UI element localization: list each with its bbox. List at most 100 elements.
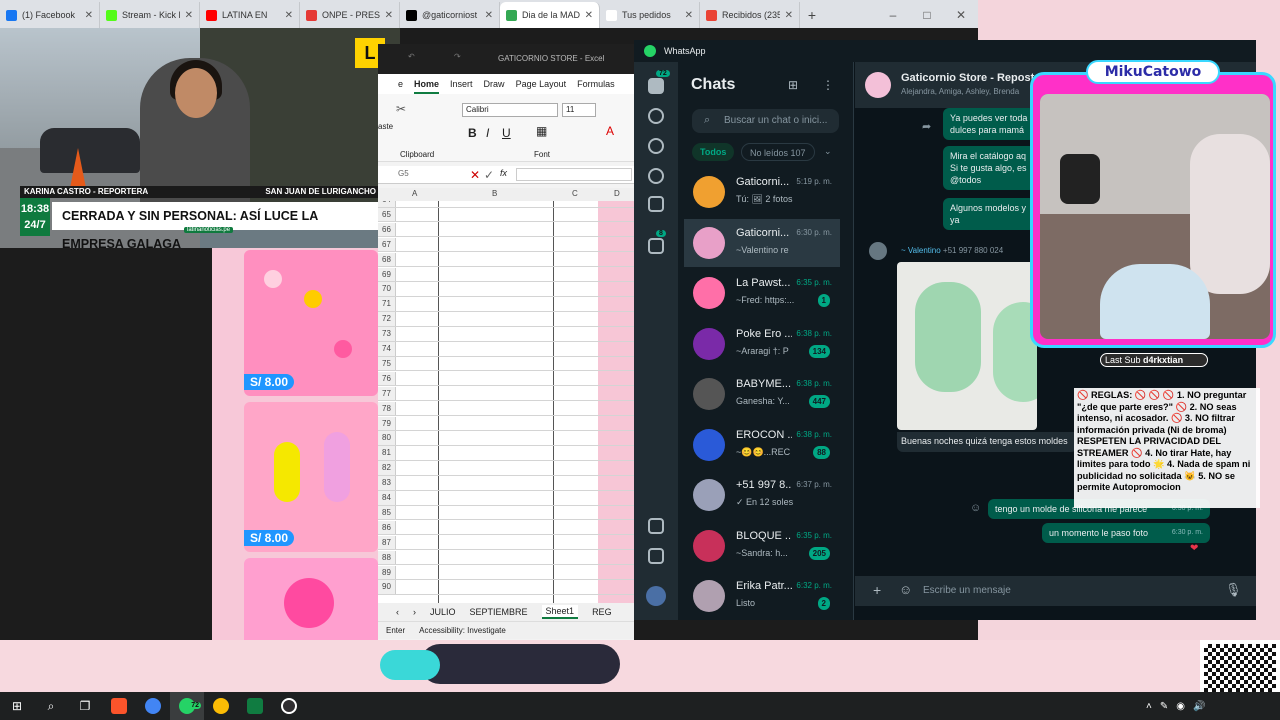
group-avatar[interactable]	[865, 72, 891, 98]
spreadsheet-row[interactable]: 71	[378, 297, 634, 312]
menu-insert[interactable]: Insert	[450, 74, 473, 94]
chat-list-item[interactable]: +51 997 8... 6:37 p. m. ✓ En 12 soles	[684, 471, 840, 519]
spreadsheet-row[interactable]: 80	[378, 431, 634, 446]
redo-icon[interactable]: ↷	[454, 52, 461, 61]
menu-home[interactable]: Home	[414, 74, 440, 94]
row-number[interactable]: 86	[378, 520, 396, 535]
filter-unread[interactable]: No leídos 107	[741, 143, 815, 161]
chat-list-item[interactable]: BABYME... 6:38 p. m. Ganesha: Y... 447	[684, 370, 840, 418]
network-icon[interactable]: ◉	[1176, 701, 1185, 712]
font-name-select[interactable]: Calibri	[462, 103, 558, 117]
sheet-tab-reg[interactable]: REG	[592, 607, 612, 617]
browser-tab[interactable]: @gaticorniost ✕	[400, 2, 500, 28]
tab-close-icon[interactable]: ✕	[785, 10, 793, 21]
chrome-icon[interactable]	[204, 692, 238, 720]
spreadsheet-row[interactable]: 72	[378, 312, 634, 327]
chat-list-item[interactable]: EROCON ... 6:38 p. m. ~😊😊...REC 88	[684, 421, 840, 469]
browser-tab[interactable]: LATINA EN ✕	[200, 2, 300, 28]
filter-all[interactable]: Todos	[692, 143, 735, 161]
row-number[interactable]: 83	[378, 476, 396, 490]
spreadsheet-row[interactable]: 70	[378, 282, 634, 297]
browser-tab[interactable]: Recibidos (235 ✕	[700, 2, 800, 28]
product-card[interactable]: S/ 8.00	[244, 250, 378, 396]
sender-name[interactable]: ~ Valentino	[901, 246, 941, 255]
row-number[interactable]: 85	[378, 505, 396, 520]
row-number[interactable]: 76	[378, 371, 396, 386]
row-number[interactable]: 90	[378, 580, 396, 594]
spreadsheet-row[interactable]: 74	[378, 342, 634, 357]
sheet-tab-julio[interactable]: JULIO	[430, 607, 456, 617]
sender-avatar[interactable]	[869, 242, 887, 260]
chats-icon[interactable]	[648, 78, 664, 94]
status-icon[interactable]	[648, 138, 664, 154]
column-c-header[interactable]: C	[572, 189, 578, 198]
spreadsheet-row[interactable]: 85	[378, 505, 634, 521]
chat-list-item[interactable]: Gaticorni... 6:30 p. m. ~Valentino re	[684, 218, 840, 267]
paste-label[interactable]: aste	[378, 122, 393, 131]
window-minimize-button[interactable]: –	[876, 2, 910, 28]
menu-icon[interactable]: ⋮	[822, 78, 834, 92]
spreadsheet-row[interactable]: 64	[378, 201, 634, 208]
row-number[interactable]: 80	[378, 431, 396, 445]
row-number[interactable]: 89	[378, 565, 396, 580]
browser-tab[interactable]: Tus pedidos ✕	[600, 2, 700, 28]
undo-icon[interactable]: ↶	[408, 52, 415, 61]
accessibility-status[interactable]: Accessibility: Investigate	[419, 626, 506, 635]
prev-sheet-icon[interactable]: ‹	[396, 607, 399, 617]
browser-tab[interactable]: Dia de la MADR ✕	[500, 2, 600, 28]
chat-list-item[interactable]: Poke Ero ... 6:38 p. m. ~Araragi †: P 134	[684, 320, 840, 368]
row-number[interactable]: 70	[378, 282, 396, 296]
message-outgoing[interactable]: Algunos modelos y ya	[943, 198, 1035, 230]
row-number[interactable]: 68	[378, 252, 396, 267]
communities-icon[interactable]	[648, 196, 664, 212]
row-number[interactable]: 77	[378, 386, 396, 401]
row-number[interactable]: 75	[378, 356, 396, 371]
font-color-icon[interactable]: A	[606, 124, 614, 138]
taskview-icon[interactable]: ❐	[68, 692, 102, 720]
row-number[interactable]: 73	[378, 327, 396, 341]
bold-button[interactable]: B	[468, 126, 477, 140]
starred-icon[interactable]	[648, 518, 664, 534]
chrome-icon[interactable]	[136, 692, 170, 720]
tab-close-icon[interactable]: ✕	[585, 10, 593, 21]
chat-list-item[interactable]: Gaticorni... 5:19 p. m. Tú: 🖼 2 fotos	[684, 168, 840, 216]
brave-icon[interactable]	[102, 692, 136, 720]
confirm-icon[interactable]: ✓	[484, 168, 494, 182]
underline-button[interactable]: U	[502, 126, 511, 140]
spreadsheet-row[interactable]: 83	[378, 476, 634, 491]
spreadsheet-row[interactable]: 65	[378, 207, 634, 223]
sticker-icon[interactable]: ☺	[899, 582, 912, 597]
spreadsheet-row[interactable]: 66	[378, 222, 634, 238]
spreadsheet-row[interactable]: 86	[378, 520, 634, 536]
search-icon[interactable]: ⌕	[34, 692, 68, 720]
row-number[interactable]: 67	[378, 237, 396, 252]
spreadsheet-row[interactable]: 77	[378, 386, 634, 402]
microphone-icon[interactable]: 🎙	[1225, 582, 1242, 598]
product-card[interactable]: S/ 8.00	[244, 402, 378, 552]
volume-icon[interactable]: 🔊	[1193, 701, 1205, 712]
chat-list-item[interactable]: La Pawst... 6:35 p. m. ~Fred: https:... 1	[684, 269, 840, 317]
tab-close-icon[interactable]: ✕	[685, 10, 693, 21]
window-maximize-button[interactable]: □	[910, 2, 944, 28]
media-icon[interactable]	[648, 548, 664, 564]
tab-close-icon[interactable]: ✕	[185, 10, 193, 21]
tab-close-icon[interactable]: ✕	[85, 10, 93, 21]
font-size-select[interactable]: 11	[562, 103, 596, 117]
chat-list-item[interactable]: BLOQUE ... 6:35 p. m. ~Sandra: h... 205	[684, 522, 840, 570]
column-a-header[interactable]: A	[412, 189, 417, 198]
menu-file[interactable]: e	[398, 74, 403, 94]
image-message[interactable]	[897, 262, 1037, 430]
spreadsheet-grid[interactable]: 6465666768697071727374757677787980818283…	[378, 201, 634, 603]
cancel-icon[interactable]: ✕	[470, 168, 480, 182]
forward-icon[interactable]: ➦	[922, 120, 931, 133]
cut-icon[interactable]: ✂	[396, 102, 406, 116]
excel-icon[interactable]	[238, 692, 272, 720]
row-number[interactable]: 64	[378, 201, 396, 207]
row-number[interactable]: 69	[378, 267, 396, 282]
row-number[interactable]: 88	[378, 550, 396, 565]
menu-formulas[interactable]: Formulas	[577, 74, 615, 94]
row-number[interactable]: 65	[378, 207, 396, 222]
new-chat-icon[interactable]: ⊞	[788, 78, 798, 92]
windows-icon[interactable]: ⊞	[0, 692, 34, 720]
conversation-name[interactable]: Gaticornio Store - Reposterí	[901, 72, 1048, 84]
